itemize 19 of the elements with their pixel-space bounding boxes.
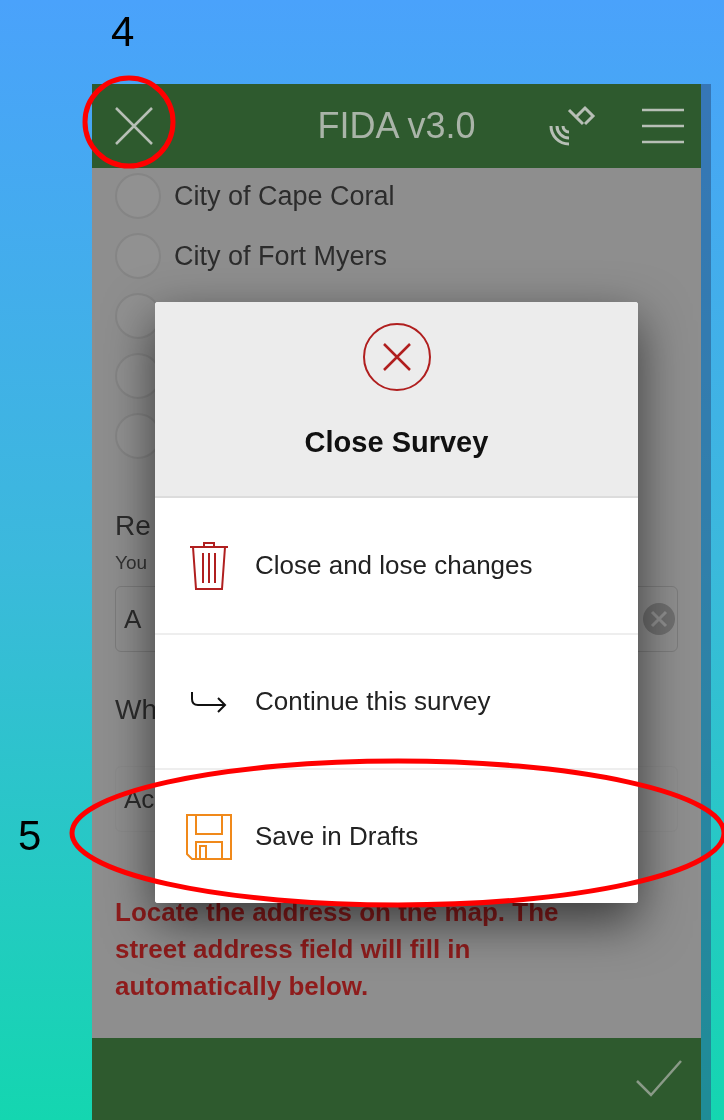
option-label: City of Fort Myers xyxy=(174,240,388,272)
field-label: Wh xyxy=(115,694,157,726)
field-hint: You xyxy=(115,552,148,574)
dialog-option[interactable]: Close and lose changes xyxy=(155,498,638,633)
field-label: Re xyxy=(115,510,151,542)
dialog-option[interactable]: Save in Drafts xyxy=(155,768,638,903)
close-circle-icon xyxy=(361,322,432,392)
dialog-option[interactable]: Continue this survey xyxy=(155,633,638,768)
option-label: City of Cape Coral xyxy=(174,180,395,212)
annotation-number: 4 xyxy=(111,8,135,56)
close-icon xyxy=(114,106,154,146)
check-icon[interactable] xyxy=(635,1059,683,1099)
trash-icon xyxy=(189,540,229,591)
dialog-title: Close Survey xyxy=(304,426,489,459)
field-value: A xyxy=(124,603,142,635)
menu-icon xyxy=(642,108,684,144)
annotation-number: 5 xyxy=(18,812,42,860)
arrow-icon xyxy=(190,690,228,713)
app-title: FIDA v3.0 xyxy=(317,105,476,147)
